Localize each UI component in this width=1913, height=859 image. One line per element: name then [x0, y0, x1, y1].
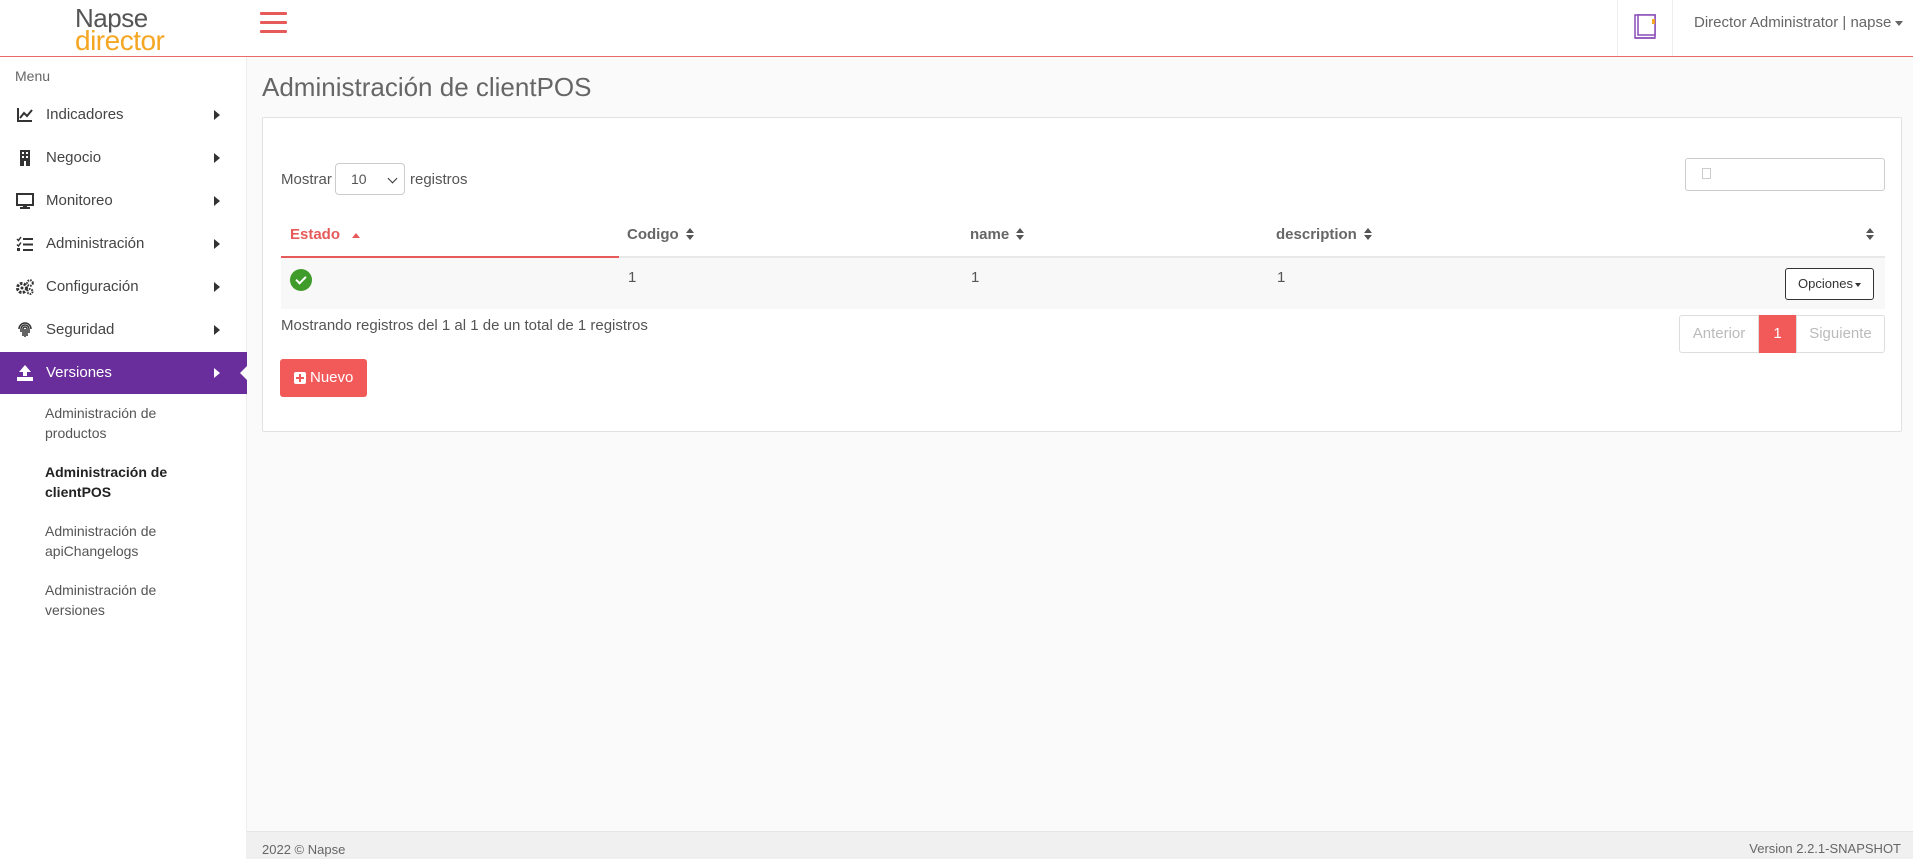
page-size-value: 10: [351, 171, 367, 187]
chevron-down-icon: [387, 173, 398, 184]
sidebar-item-label: Configuración: [46, 278, 139, 295]
table-row: [281, 258, 1885, 309]
submenu-item-versiones[interactable]: Administración de versiones: [45, 580, 235, 620]
search-input[interactable]: [1685, 158, 1885, 191]
column-label: Codigo: [627, 226, 679, 243]
sidebar-item-label: Indicadores: [46, 106, 124, 123]
pagination-next[interactable]: Siguiente: [1796, 315, 1885, 353]
sidebar-item-monitoreo[interactable]: Monitoreo: [0, 180, 247, 222]
sidebar-item-label: Seguridad: [46, 321, 115, 338]
status-active-icon: [290, 269, 312, 291]
sidebar-item-versiones[interactable]: Versiones: [0, 352, 248, 394]
page-size-select[interactable]: 10: [335, 163, 405, 195]
submenu-item-clientpos[interactable]: Administración de clientPOS: [45, 462, 235, 502]
column-label: name: [970, 226, 1010, 243]
sidebar-item-administracion[interactable]: Administración: [0, 223, 247, 265]
sort-icon: [685, 228, 695, 242]
records-label: registros: [410, 171, 468, 188]
book-icon: [1634, 14, 1656, 39]
sort-icon: [1363, 228, 1373, 242]
upload-icon: [17, 365, 33, 381]
options-button[interactable]: Opciones: [1785, 268, 1874, 300]
submenu-item-productos[interactable]: Administración de productos: [45, 403, 235, 443]
new-button-label: Nuevo: [310, 369, 354, 386]
caret-right-icon: [214, 325, 220, 335]
gears-icon: [16, 279, 34, 295]
column-label: description: [1276, 226, 1357, 243]
list-check-icon: [16, 236, 33, 251]
submenu-label-line: apiChangelogs: [45, 543, 139, 559]
sort-asc-icon: [352, 232, 361, 238]
logo-text-director: director: [75, 25, 165, 56]
footer-copyright: 2022 © Napse: [262, 842, 346, 857]
fingerprint-icon: [18, 322, 32, 337]
caret-right-icon: [214, 110, 220, 120]
cell-description: 1: [1277, 269, 1286, 286]
sidebar-item-label: Negocio: [46, 149, 102, 166]
cell-name: 1: [971, 269, 980, 286]
sidebar-item-label: Versiones: [46, 364, 112, 381]
column-header-actions[interactable]: [1859, 226, 1875, 256]
sidebar-item-label: Monitoreo: [46, 192, 113, 209]
submenu-label-line: versiones: [45, 602, 105, 618]
caret-down-icon: [1895, 20, 1904, 26]
submenu-label-line: Administración de: [45, 405, 157, 421]
pagination-page-1[interactable]: 1: [1759, 315, 1796, 353]
show-label: Mostrar: [281, 171, 332, 188]
active-indicator: [240, 365, 248, 381]
sidebar-item-configuracion[interactable]: Configuración: [0, 266, 247, 308]
page-title: Administración de clientPOS: [262, 72, 592, 102]
options-label: Opciones: [1798, 276, 1853, 291]
sidebar-item-label: Administración: [46, 235, 145, 252]
caret-right-icon: [214, 239, 220, 249]
column-header-name[interactable]: name: [970, 226, 1025, 256]
caret-right-icon: [214, 153, 220, 163]
column-header-codigo[interactable]: Codigo: [627, 226, 695, 256]
user-name: Director Administrator | napse: [1694, 14, 1892, 31]
submenu-label-line: productos: [45, 425, 107, 441]
column-label: Estado: [290, 226, 341, 243]
napse-director-logo[interactable]: Napse director: [75, 3, 175, 56]
user-menu-dropdown[interactable]: Director Administrator | napse: [1694, 14, 1904, 31]
footer: 2022 © Napse Version 2.2.1-SNAPSHOT: [247, 831, 1913, 859]
caret-right-icon: [214, 368, 220, 378]
footer-version: Version 2.2.1-SNAPSHOT: [1749, 841, 1901, 856]
submenu-label-line: Administración de: [45, 582, 157, 598]
top-header: Napse director Director Administrator | …: [0, 0, 1913, 57]
monitor-icon: [16, 193, 34, 209]
column-header-description[interactable]: description: [1276, 226, 1373, 256]
caret-down-icon: [1854, 282, 1861, 287]
submenu-label-line: Administración de: [45, 464, 168, 480]
menu-title: Menu: [15, 68, 51, 84]
sort-icon: [1015, 228, 1025, 242]
plus-square-icon: [294, 372, 306, 384]
sort-icon: [1865, 228, 1875, 242]
sidebar-item-seguridad[interactable]: Seguridad: [0, 309, 247, 351]
submenu-label-line: clientPOS: [45, 484, 112, 500]
pagination-prev[interactable]: Anterior: [1679, 315, 1759, 353]
documentation-button[interactable]: [1617, 0, 1673, 56]
submenu-label-line: Administración de: [45, 523, 157, 539]
hamburger-menu-icon[interactable]: [260, 12, 287, 36]
clientpos-panel: Mostrar 10 registros Estado Codigo name …: [262, 117, 1902, 432]
submenu-item-apichangelogs[interactable]: Administración de apiChangelogs: [45, 521, 235, 561]
sidebar: Menu Indicadores Negocio Monitoreo Admin…: [0, 57, 248, 859]
caret-right-icon: [214, 282, 220, 292]
building-icon: [20, 150, 30, 166]
cell-codigo: 1: [628, 269, 637, 286]
sidebar-item-negocio[interactable]: Negocio: [0, 137, 247, 179]
caret-right-icon: [214, 196, 220, 206]
new-button[interactable]: Nuevo: [280, 359, 367, 397]
chart-line-icon: [17, 108, 33, 122]
column-header-estado[interactable]: Estado: [290, 226, 361, 256]
sidebar-item-indicadores[interactable]: Indicadores: [0, 94, 247, 136]
table-info: Mostrando registros del 1 al 1 de un tot…: [281, 317, 648, 334]
search-icon: [1702, 168, 1711, 179]
